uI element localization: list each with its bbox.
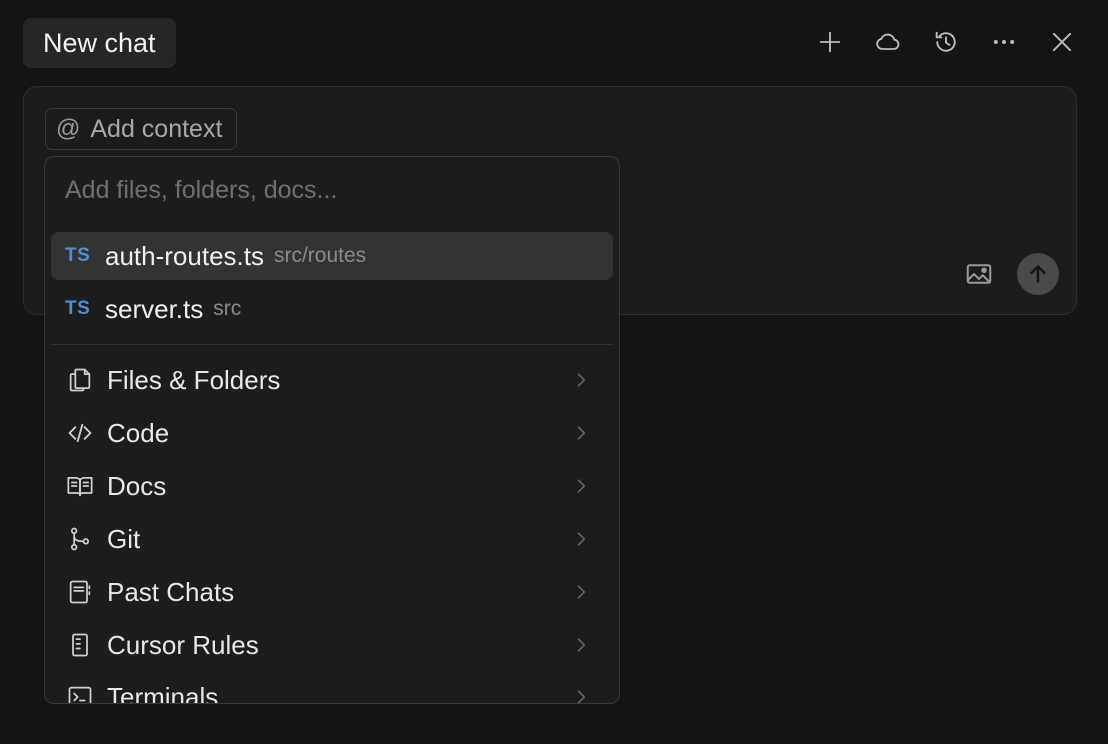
category-files-folders[interactable]: Files & Folders: [51, 356, 613, 404]
category-label: Cursor Rules: [107, 629, 259, 660]
plus-icon[interactable]: [812, 20, 848, 64]
category-terminals[interactable]: Terminals: [51, 673, 613, 704]
category-code[interactable]: Code: [51, 409, 613, 457]
category-docs[interactable]: Docs: [51, 462, 613, 510]
file-path: src: [213, 297, 242, 320]
chevron-right-icon: [577, 638, 586, 652]
category-label: Git: [107, 523, 141, 554]
file-name: server.ts: [105, 293, 204, 324]
files-icon: [65, 365, 95, 395]
ellipsis-icon[interactable]: [986, 20, 1022, 64]
file-item-server[interactable]: TS server.ts src: [51, 285, 613, 333]
arrow-up-icon: [1030, 265, 1046, 283]
dropdown-divider: [51, 344, 613, 345]
category-past-chats[interactable]: Past Chats: [51, 568, 613, 616]
category-cursor-rules[interactable]: Cursor Rules: [51, 621, 613, 669]
notebook-icon: [65, 577, 95, 607]
ruler-icon: [65, 630, 95, 660]
file-path: src/routes: [273, 244, 367, 267]
category-label: Files & Folders: [107, 364, 281, 395]
git-branch-icon: [65, 524, 95, 554]
category-label: Code: [107, 417, 170, 448]
cloud-icon[interactable]: [870, 20, 906, 64]
chevron-right-icon: [577, 532, 586, 546]
typescript-icon: TS: [65, 245, 91, 266]
chat-panel: New chat @ Add context T: [0, 0, 1108, 744]
chevron-right-icon: [577, 479, 586, 493]
header-toolbar: [812, 20, 1080, 64]
add-context-button[interactable]: @ Add context: [45, 108, 238, 150]
history-icon[interactable]: [928, 20, 964, 64]
context-search-input[interactable]: [45, 157, 619, 223]
category-label: Docs: [107, 470, 167, 501]
category-label: Terminals: [107, 681, 219, 704]
category-label: Past Chats: [107, 576, 235, 607]
send-button[interactable]: [1017, 253, 1059, 295]
chevron-right-icon: [577, 585, 586, 599]
book-icon: [65, 471, 95, 501]
image-icon[interactable]: [962, 257, 996, 291]
chevron-right-icon: [577, 426, 586, 440]
code-icon: [65, 418, 95, 448]
chat-title-tab[interactable]: New chat: [23, 18, 176, 68]
terminal-icon: [65, 682, 95, 703]
at-icon: @: [56, 115, 81, 142]
add-context-label: Add context: [90, 114, 223, 143]
file-name: auth-routes.ts: [105, 240, 264, 271]
chevron-right-icon: [577, 373, 586, 387]
category-git[interactable]: Git: [51, 515, 613, 563]
context-dropdown: TS auth-routes.ts src/routes TS server.t…: [44, 156, 620, 704]
file-item-auth-routes[interactable]: TS auth-routes.ts src/routes: [51, 232, 613, 280]
chevron-right-icon: [577, 690, 586, 703]
typescript-icon: TS: [65, 298, 91, 319]
close-icon[interactable]: [1044, 20, 1080, 64]
